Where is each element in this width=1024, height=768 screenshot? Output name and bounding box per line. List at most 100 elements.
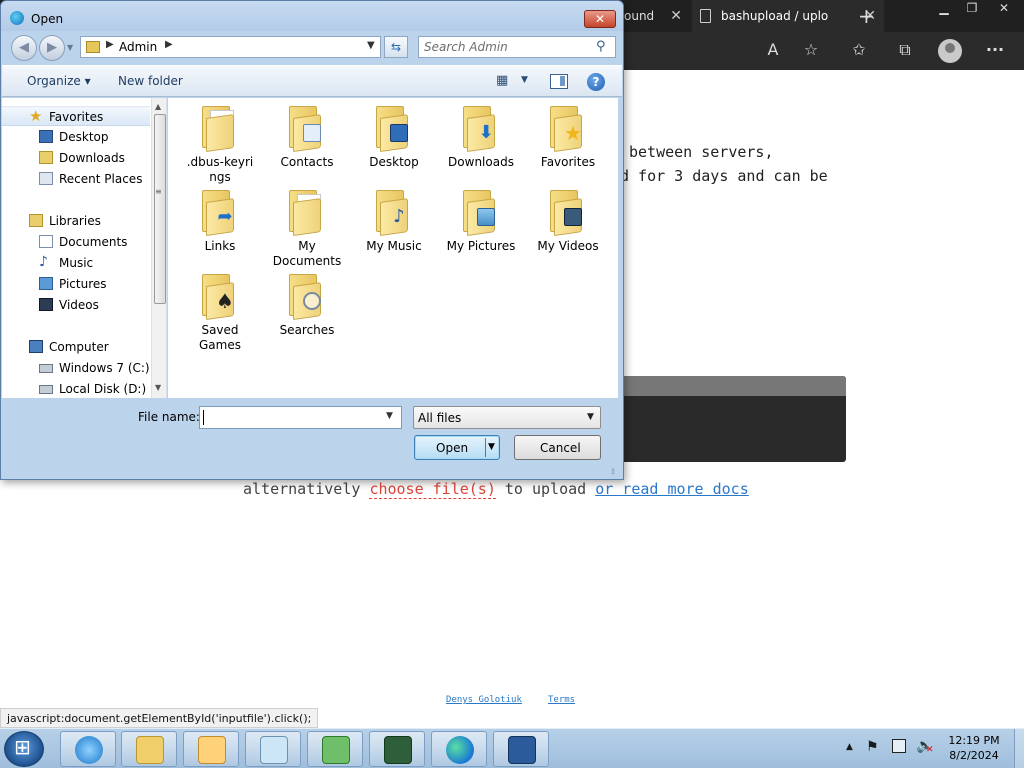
taskbar-network-app[interactable] xyxy=(307,731,363,767)
chevron-up-icon[interactable]: ▲ xyxy=(846,742,853,752)
favorites-icon[interactable]: ✩ xyxy=(848,40,870,59)
folder-item-my-music[interactable]: ♪ My Music xyxy=(354,188,434,254)
refresh-button[interactable]: ⇆ xyxy=(384,36,408,58)
folder-name: Favorites xyxy=(540,155,596,169)
recent-locations-icon[interactable]: ▼ xyxy=(67,43,73,52)
taskbar-app[interactable] xyxy=(493,731,549,767)
internet-explorer-icon xyxy=(75,736,103,764)
open-button[interactable]: Open ▼ xyxy=(414,435,500,460)
read-aloud-icon[interactable]: A xyxy=(762,40,784,59)
nav-item-libraries[interactable]: Libraries xyxy=(2,211,150,231)
folder-item-my-pictures[interactable]: My Pictures xyxy=(441,188,521,254)
clock[interactable]: 12:19 PM 8/2/2024 xyxy=(948,733,1000,763)
collections-icon[interactable]: ⧉ xyxy=(894,40,916,60)
organize-button[interactable]: Organize ▾ xyxy=(27,74,91,88)
maximize-button[interactable]: ❐ xyxy=(958,0,986,18)
chevron-right-icon[interactable]: ▶ xyxy=(165,39,173,50)
taskbar-internet-explorer[interactable] xyxy=(60,731,116,767)
desktop-folder-icon xyxy=(372,104,416,152)
folder-item-searches[interactable]: Searches xyxy=(267,272,347,338)
start-button[interactable] xyxy=(4,731,44,767)
chevron-down-icon[interactable]: ▼ xyxy=(367,40,375,51)
dialog-title-bar[interactable]: Open ✕ xyxy=(1,1,623,31)
tab-close-icon[interactable]: ✕ xyxy=(670,8,682,24)
taskbar-notepad[interactable] xyxy=(245,731,301,767)
help-button[interactable]: ? xyxy=(587,73,605,91)
scroll-up-arrow[interactable]: ▲ xyxy=(155,102,161,111)
footer-author-link[interactable]: Denys Golotiuk xyxy=(446,695,522,705)
nav-item-drive-d[interactable]: Local Disk (D:) xyxy=(2,379,150,398)
nav-item-pictures[interactable]: Pictures xyxy=(2,274,150,294)
close-window-button[interactable]: ✕ xyxy=(986,0,1022,18)
profile-avatar[interactable] xyxy=(938,39,962,63)
minimize-button[interactable]: ▁ xyxy=(930,0,958,18)
contacts-folder-icon xyxy=(285,104,329,152)
nav-item-drive-c[interactable]: Windows 7 (C:) xyxy=(2,358,150,378)
search-box[interactable]: Search Admin ⚲ xyxy=(418,36,616,58)
new-folder-button[interactable]: New folder xyxy=(118,74,183,88)
dialog-title: Open xyxy=(31,12,64,26)
footer-terms-link[interactable]: Terms xyxy=(548,695,575,705)
nav-item-label: Libraries xyxy=(49,214,101,228)
breadcrumb[interactable]: Admin xyxy=(119,40,157,54)
nav-item-favorites[interactable]: ★ Favorites xyxy=(2,106,150,126)
folder-item-my-documents[interactable]: My Documents xyxy=(267,188,347,269)
folder-item-downloads[interactable]: ⬇ Downloads xyxy=(441,104,521,170)
more-icon[interactable]: ··· xyxy=(984,40,1006,59)
folder-item-links[interactable]: ➦ Links xyxy=(180,188,260,254)
taskbar-windows-explorer[interactable] xyxy=(121,731,177,767)
new-tab-button[interactable]: + xyxy=(858,4,875,28)
nav-item-recent-places[interactable]: Recent Places xyxy=(2,169,150,189)
folder-name: My Music xyxy=(366,239,422,253)
music-icon: ♪ xyxy=(39,254,48,270)
chevron-down-icon[interactable]: ▼ xyxy=(521,75,528,85)
back-button[interactable]: ◀ xyxy=(11,35,37,61)
folder-item-saved-games[interactable]: ♠ Saved Games xyxy=(180,272,260,353)
choose-file-link[interactable]: choose file(s) xyxy=(369,480,496,499)
taskbar-media-player[interactable] xyxy=(183,731,239,767)
nav-item-label: Pictures xyxy=(59,277,107,291)
nav-item-music[interactable]: ♪ Music xyxy=(2,253,150,273)
folder-item-desktop[interactable]: Desktop xyxy=(354,104,434,170)
nav-scrollbar[interactable]: ▲ ≡ ▼ xyxy=(151,98,166,398)
nav-item-videos[interactable]: Videos xyxy=(2,295,150,315)
chevron-right-icon[interactable]: ▶ xyxy=(106,39,114,50)
search-icon[interactable]: ⚲ xyxy=(596,39,606,54)
show-desktop-button[interactable] xyxy=(1014,729,1024,768)
add-favorite-icon[interactable]: ☆ xyxy=(800,40,822,59)
search-input[interactable]: Search Admin xyxy=(424,40,508,54)
chevron-down-icon[interactable]: ▼ xyxy=(386,411,393,421)
saved-games-folder-icon: ♠ xyxy=(198,272,242,320)
network-icon[interactable] xyxy=(892,739,906,753)
preview-pane-button[interactable] xyxy=(550,74,568,89)
tab-active[interactable]: bashupload / uplo ✕ xyxy=(692,0,884,32)
notepad-icon xyxy=(260,736,288,764)
chevron-down-icon[interactable]: ▼ xyxy=(587,412,594,422)
pictures-icon xyxy=(39,277,53,290)
nav-item-computer[interactable]: Computer xyxy=(2,337,150,357)
change-view-icon[interactable]: ▦ xyxy=(496,73,508,88)
scroll-down-arrow[interactable]: ▼ xyxy=(155,383,161,392)
filename-input[interactable] xyxy=(203,409,383,426)
cancel-button[interactable]: Cancel xyxy=(514,435,601,460)
filename-combobox[interactable]: ▼ xyxy=(199,406,402,429)
chevron-down-icon[interactable]: ▼ xyxy=(488,442,495,452)
split-divider xyxy=(485,438,486,457)
nav-item-desktop[interactable]: Desktop xyxy=(2,127,150,147)
folder-item-contacts[interactable]: Contacts xyxy=(267,104,347,170)
scroll-thumb[interactable] xyxy=(154,114,166,304)
taskbar-task-manager[interactable] xyxy=(369,731,425,767)
forward-button[interactable]: ▶ xyxy=(39,35,65,61)
nav-item-downloads[interactable]: Downloads xyxy=(2,148,150,168)
folder-item-my-videos[interactable]: My Videos xyxy=(528,188,608,254)
address-bar[interactable]: ▶ Admin ▶ ▼ xyxy=(80,36,381,58)
folder-item-dbus-keyrings[interactable]: .dbus-keyri ngs xyxy=(180,104,260,185)
resize-grip-icon[interactable]: ⁞⁞ xyxy=(611,467,615,476)
dialog-close-button[interactable]: ✕ xyxy=(584,10,616,28)
file-type-filter[interactable]: All files ▼ xyxy=(413,406,601,429)
nav-item-documents[interactable]: Documents xyxy=(2,232,150,252)
read-docs-link[interactable]: or read more docs xyxy=(595,480,749,498)
folder-item-favorites[interactable]: ★ Favorites xyxy=(528,104,608,170)
action-center-flag-icon[interactable]: ⚑ xyxy=(866,739,879,755)
taskbar-edge[interactable] xyxy=(431,731,487,767)
